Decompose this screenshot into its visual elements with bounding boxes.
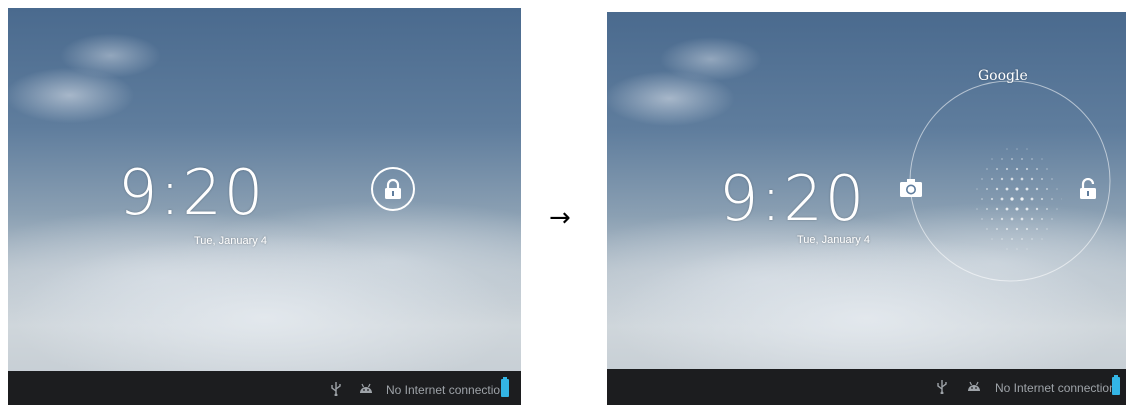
handle-dot [1021,238,1023,240]
handle-dot [1015,187,1019,191]
handle-dot [1005,227,1009,231]
handle-dot [1010,217,1014,221]
handle-dot [1026,248,1028,250]
handle-dot [1011,238,1013,240]
handle-dot [1026,148,1028,150]
lock-icon [385,178,401,199]
connection-status: No Internet connection [995,381,1116,395]
handle-dot [1051,218,1053,220]
status-bar: No Internet connection [607,369,1126,405]
handle-dot [1030,217,1034,221]
android-icon [360,383,372,393]
handle-dot [1025,227,1029,231]
battery-icon [1112,375,1120,395]
handle-dot [991,158,993,160]
usb-icon [331,382,341,396]
usb-icon [937,380,947,394]
handle-dot [1020,217,1024,221]
handle-dot [1025,167,1029,171]
handle-dot [995,207,999,211]
handle-dot [1021,158,1023,160]
lockscreen-after: 9:20 Tue, January 4 Google No Internet c… [607,12,1126,405]
handle-dot [1040,197,1044,201]
handle-dot [1015,227,1019,231]
handle-dot [985,207,989,211]
handle-dot [1001,238,1003,240]
handle-dot [996,168,998,170]
handle-dot [1010,197,1014,201]
connection-status: No Internet connection [386,383,507,397]
handle-dot [1035,187,1039,191]
handle-dot [1016,248,1018,250]
handle-dot [976,208,978,210]
handle-dot [976,188,978,190]
lockscreen-before: 9:20 Tue, January 4 No Internet connecti… [8,8,521,405]
handle-dot [1040,177,1044,181]
handle-dot [1025,187,1029,191]
handle-dot [1006,248,1008,250]
handle-dot [1036,168,1038,170]
handle-dot [1011,158,1013,160]
handle-dot [1040,217,1044,221]
handle-dot [1041,238,1043,240]
handle-dot [1045,207,1049,211]
handle-dot [1036,228,1038,230]
handle-dot [1051,178,1053,180]
handle-dot [996,228,998,230]
handle-dot [1000,217,1004,221]
handle-dot [1000,177,1004,181]
handle-dot [1030,197,1034,201]
handle-dot [1061,198,1062,200]
battery-icon [501,377,509,397]
date-label: Tue, January 4 [797,234,870,246]
status-bar: No Internet connection [8,371,521,405]
handle-dot [1056,208,1058,210]
handle-dot [1016,148,1018,150]
handle-dot [1000,197,1004,201]
handle-dot [1056,188,1058,190]
handle-dot [995,187,999,191]
handle-dot [1020,197,1024,201]
handle-dot [1051,198,1053,200]
date-label: Tue, January 4 [194,235,267,247]
handle-dot [1031,158,1033,160]
handle-dot [1046,168,1048,170]
handle-dot [1005,167,1009,171]
clock: 9:20 [719,162,867,235]
unlock-handle-dots[interactable] [972,144,1062,254]
handle-dot [1031,238,1033,240]
handle-dot [1015,167,1019,171]
handle-dot [981,198,983,200]
handle-dot [1010,177,1014,181]
clock: 9:20 [118,156,266,229]
android-icon [968,381,980,391]
transition-arrow: → [549,203,571,233]
handle-dot [985,187,989,191]
handle-dot [1006,148,1008,150]
handle-dot [990,177,994,181]
handle-dot [981,178,983,180]
camera-icon[interactable] [899,178,923,198]
google-search-label[interactable]: Google [978,68,1028,84]
handle-dot [986,168,988,170]
handle-dot [1046,228,1048,230]
handle-dot [1005,187,1009,191]
handle-dot [990,197,994,201]
handle-dot [1041,158,1043,160]
unlock-icon[interactable] [1079,178,1097,200]
lock-button[interactable] [371,167,415,211]
handle-dot [990,217,994,221]
handle-dot [1005,207,1009,211]
handle-dot [1045,187,1049,191]
handle-dot [1020,177,1024,181]
handle-dot [981,218,983,220]
handle-dot [1015,207,1019,211]
handle-dot [1035,207,1039,211]
handle-dot [1001,158,1003,160]
handle-dot [1025,207,1029,211]
handle-dot [986,228,988,230]
handle-dot [1030,177,1034,181]
handle-dot [991,238,993,240]
